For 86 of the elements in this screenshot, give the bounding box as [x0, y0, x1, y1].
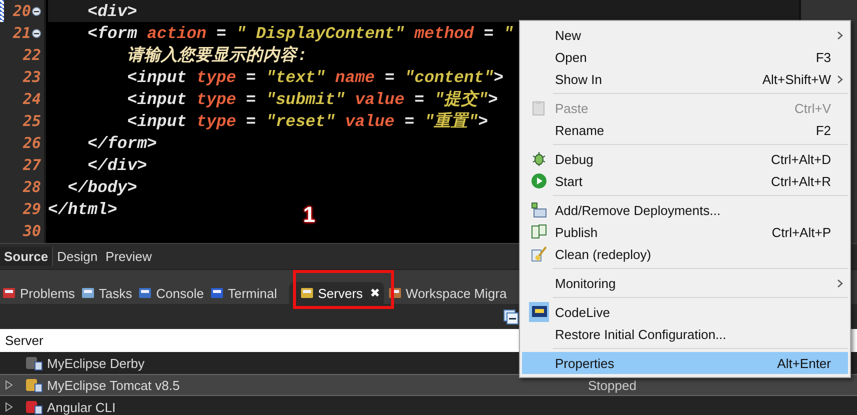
editor-tab[interactable]: Preview: [102, 247, 156, 266]
menu-item[interactable]: Properties Alt+Enter: [522, 352, 848, 374]
code-token: =: [215, 24, 228, 42]
monitor-icon: [528, 302, 548, 322]
view-icon: [137, 285, 154, 301]
menu-item[interactable]: Monitoring: [522, 272, 848, 294]
code-token: >: [488, 90, 498, 108]
play-icon: [530, 173, 546, 189]
code-token: type: [196, 68, 236, 86]
broom-icon: [530, 246, 546, 262]
server-name[interactable]: Angular CLI: [47, 400, 116, 414]
server-icon: [25, 355, 43, 371]
code-token: ": [504, 24, 514, 42]
code-token: </form>: [86, 134, 157, 152]
code-token: type: [196, 90, 236, 108]
documents-icon: [530, 224, 546, 240]
code-token: " DisplayContent": [236, 24, 404, 42]
server-name[interactable]: MyEclipse Tomcat v8.5: [47, 378, 180, 392]
editor-tab[interactable]: Source: [0, 247, 54, 266]
code-token: >: [478, 112, 488, 130]
code-token: =: [384, 68, 396, 86]
view-tab[interactable]: Servers ✖: [288, 282, 384, 304]
code-token: =: [245, 112, 257, 130]
folder-icon: [530, 202, 546, 218]
code-token: <input: [126, 112, 187, 130]
code-token: "reset": [266, 112, 336, 130]
code-token: <div>: [86, 2, 138, 20]
menu-item[interactable]: Publish Ctrl+Alt+P: [522, 221, 848, 243]
clipboard-icon: [530, 100, 546, 116]
view-tab[interactable]: Console: [136, 282, 208, 304]
menu-item[interactable]: Restore Initial Configuration...: [522, 323, 848, 345]
code-token: <form: [86, 24, 138, 42]
menu-item[interactable]: Clean (redeploy): [522, 243, 848, 265]
code-token: "提交": [434, 88, 488, 110]
view-icon: [80, 285, 96, 301]
code-token: >: [494, 68, 504, 86]
expand-arrow-icon[interactable]: [5, 380, 13, 390]
code-token: <input: [126, 90, 187, 108]
code-token: "重置": [424, 111, 478, 132]
code-token: "content": [404, 68, 494, 86]
code-token: =: [245, 68, 257, 86]
code-token: "submit": [266, 90, 346, 108]
code-token: 请输入您要显示的内容:: [126, 44, 308, 66]
close-icon[interactable]: ✖: [370, 286, 380, 300]
menu-item[interactable]: Debug Ctrl+Alt+D: [522, 148, 848, 170]
view-icon: [298, 285, 315, 301]
code-token: action: [146, 24, 206, 42]
code-token: </div>: [86, 156, 148, 174]
annotation-number: 1: [303, 202, 316, 228]
code-token: =: [482, 24, 495, 42]
code-token: value: [354, 90, 404, 108]
code-token: value: [344, 112, 395, 130]
column-header: Server: [5, 333, 44, 348]
menu-item[interactable]: Add/Remove Deployments...: [522, 199, 848, 221]
bug-icon: [530, 151, 546, 167]
fold-icon[interactable]: [32, 28, 41, 38]
menu-item[interactable]: Show In Alt+Shift+W: [522, 68, 848, 90]
server-icon: [25, 399, 43, 415]
fold-icon[interactable]: [32, 6, 41, 16]
view-tab[interactable]: Problems: [0, 282, 79, 304]
view-tab[interactable]: Workspace Migra: [386, 282, 511, 304]
code-token: </body>: [66, 178, 138, 196]
menu-item[interactable]: Rename F2: [522, 119, 848, 141]
server-icon: [25, 377, 43, 393]
code-token: name: [334, 68, 375, 86]
code-token: type: [196, 112, 236, 130]
code-token: =: [403, 112, 416, 130]
code-token: "text": [266, 68, 326, 86]
menu-item[interactable]: New: [522, 24, 848, 46]
view-tab[interactable]: Terminal: [208, 282, 281, 304]
collapse-all-icon[interactable]: [503, 308, 519, 324]
code-token: =: [413, 90, 426, 108]
server-name[interactable]: MyEclipse Derby: [47, 356, 145, 370]
view-icon: [1, 285, 17, 301]
code-token: method: [413, 24, 474, 42]
editor-tab[interactable]: Design: [53, 247, 102, 266]
code-token: =: [245, 90, 257, 108]
menu-item[interactable]: Start Ctrl+Alt+R: [522, 170, 848, 192]
code-token: <input: [126, 68, 187, 86]
server-status: Stopped: [588, 378, 636, 392]
code-token: </html>: [48, 200, 118, 218]
expand-arrow-icon[interactable]: [5, 402, 13, 412]
view-icon: [208, 285, 225, 301]
menu-item[interactable]: CodeLive: [522, 301, 848, 323]
view-tab[interactable]: Tasks: [78, 282, 136, 304]
menu-item[interactable]: Open F3: [522, 46, 848, 68]
